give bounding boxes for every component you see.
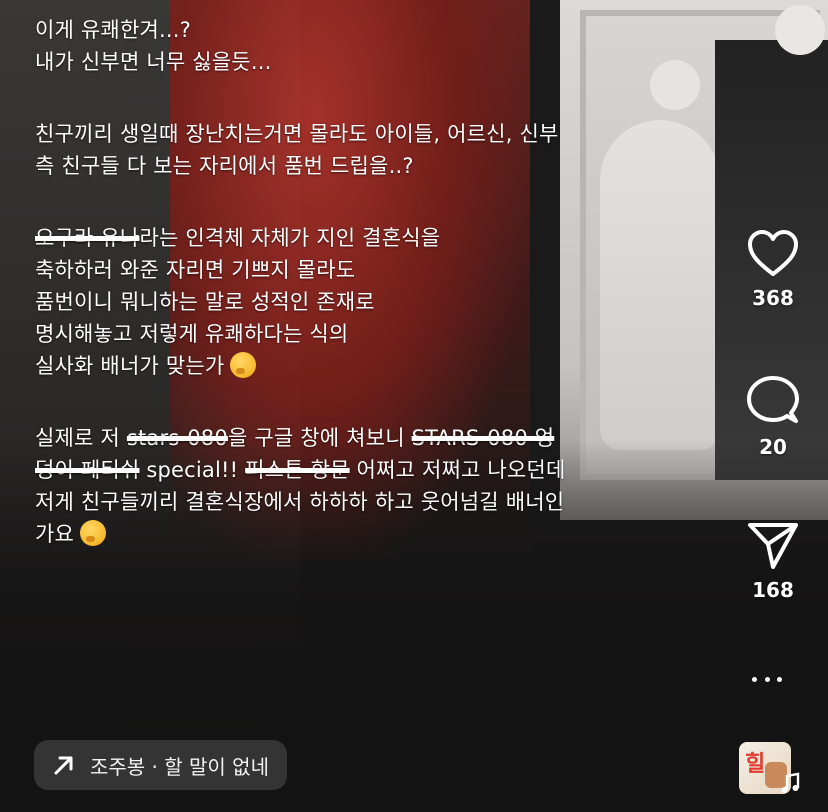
comment-count: 20 <box>759 435 787 459</box>
like-button[interactable]: 368 <box>718 230 828 310</box>
caption-line: 실사화 배너가 맞는가 <box>35 350 695 382</box>
comment-bubble-icon <box>747 376 799 423</box>
face-blur <box>775 5 825 55</box>
struck-text: 덩이 페티쉬 <box>35 458 140 482</box>
struck-text: stars-080 <box>126 426 228 450</box>
caption-text: 어쩌고 저쩌고 나오던데 <box>349 458 566 482</box>
caption-text: 라는 인격체 자체가 지인 결혼식을 <box>139 226 441 250</box>
reply-chip-label: 조주봉 · 할 말이 없네 <box>90 754 269 779</box>
caption-line: 저게 친구들끼리 결혼식장에서 하하하 하고 웃어넘길 배너인 <box>35 490 565 514</box>
more-dots-icon[interactable] <box>752 672 782 686</box>
caption-line: 실제로 저 stars-080을 구글 창에 쳐보니 STARS-080 엉 <box>35 422 695 454</box>
music-note-icon <box>781 772 800 793</box>
struck-text: 오구라 유나 <box>35 226 140 250</box>
struck-text: STARS-080 엉 <box>411 426 555 450</box>
heart-icon <box>748 230 798 276</box>
caption-text: 가요 <box>35 522 75 546</box>
comment-button[interactable]: 20 <box>718 375 828 459</box>
caption-line: 명시해놓고 저렇게 유쾌하다는 식의 <box>35 322 349 346</box>
caption-line: 친구끼리 생일때 장난치는거면 몰라도 아이들, 어르신, 신부 <box>35 122 559 146</box>
caption-text: 실제로 저 <box>35 426 127 450</box>
caption-line: 가요 <box>35 518 695 550</box>
caption-text: special!! <box>139 458 246 482</box>
caption-line: 덩이 페티쉬 special!! 피스톤 항문 어쩌고 저쩌고 나오던데 <box>35 454 695 486</box>
struck-text: 피스톤 항문 <box>245 458 350 482</box>
caption-text: 을 구글 창에 쳐보니 <box>227 426 412 450</box>
share-button[interactable]: 168 <box>718 520 828 602</box>
caption-line: 측 친구들 다 보는 자리에서 품번 드립을..? <box>35 154 414 178</box>
send-icon <box>748 523 798 569</box>
post-caption: 이게 유쾌한겨...? 내가 신부면 너무 싫을듯... 친구끼리 생일때 장난… <box>35 14 695 550</box>
thinking-face-icon <box>80 520 107 546</box>
thumbnail-art: 힐 <box>745 751 766 777</box>
caption-line: 이게 유쾌한겨...? <box>35 18 191 42</box>
like-count: 368 <box>752 286 794 310</box>
arrow-up-right-icon <box>54 756 73 775</box>
caption-text: 실사화 배너가 맞는가 <box>35 354 225 378</box>
caption-line: 내가 신부면 너무 싫을듯... <box>35 50 272 74</box>
caption-line: 오구라 유나라는 인격체 자체가 지인 결혼식을 <box>35 222 695 254</box>
reply-chip[interactable]: 조주봉 · 할 말이 없네 <box>34 740 287 790</box>
thinking-face-icon <box>230 352 257 378</box>
share-count: 168 <box>752 578 794 602</box>
caption-line: 품번이니 뭐니하는 말로 성적인 존재로 <box>35 290 375 314</box>
caption-line: 축하하러 와준 자리면 기쁘지 몰라도 <box>35 258 356 282</box>
